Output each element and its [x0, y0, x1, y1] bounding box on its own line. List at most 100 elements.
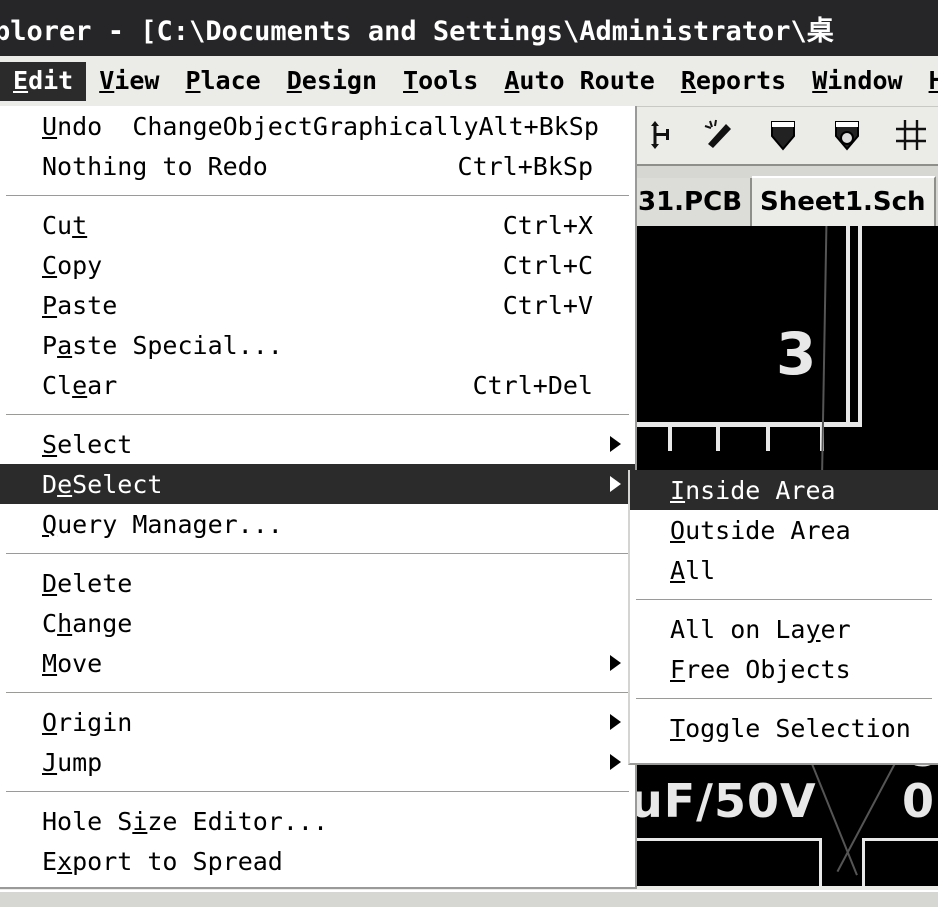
deselect-submenu-item-label: All on Layer — [670, 614, 851, 644]
edit-menu-item-label: Paste Special... — [42, 330, 283, 360]
menubar-item-edit[interactable]: Edit — [0, 61, 87, 101]
chevron-right-icon — [610, 714, 621, 730]
edit-menu-separator-2 — [6, 414, 629, 415]
shield-marked-icon[interactable] — [830, 118, 864, 152]
move-vertical-icon[interactable] — [638, 118, 672, 152]
menubar-item-tools[interactable]: Tools — [390, 62, 491, 101]
edit-menu-item-label: Delete — [42, 568, 133, 598]
edit-menu-item-shortcut: Ctrl+BkSp — [457, 151, 593, 181]
edit-menu-item-label: Undo ChangeObjectGraphically — [42, 111, 479, 141]
menubar-item-help[interactable]: Help — [916, 62, 938, 101]
edit-menu-separator-1 — [6, 195, 629, 196]
chevron-right-icon — [610, 436, 621, 452]
edit-menu-item-cut[interactable]: Cut Ctrl+X — [0, 205, 635, 245]
menubar-item-label: Edit — [13, 65, 74, 95]
edit-menu-separator-3 — [6, 553, 629, 554]
deselect-submenu-item-all-on-layer[interactable]: All on Layer — [630, 609, 938, 649]
edit-menu-item-label: Export to Spread — [42, 846, 283, 876]
edit-menu-item-shortcut: Ctrl+V — [502, 290, 593, 320]
edit-menu-item-label: Paste — [42, 290, 118, 320]
chevron-right-icon — [610, 754, 621, 770]
footprint-box-1c — [819, 838, 822, 886]
menubar-item-label: Design — [286, 65, 378, 95]
grid-icon[interactable] — [894, 118, 928, 152]
menubar-item-view[interactable]: View — [86, 62, 172, 101]
menubar-item-label: Help — [928, 65, 938, 95]
edit-menu-item-shortcut: Alt+BkSp — [478, 111, 599, 141]
tab-pcb-label: 31.PCB — [638, 187, 743, 217]
deselect-submenu-item-inside-area[interactable]: Inside Area — [630, 470, 938, 510]
edit-menu-item-redo[interactable]: Nothing to Redo Ctrl+BkSp — [0, 146, 635, 186]
window-title: plorer - [C:\Documents and Settings\Admi… — [0, 15, 834, 47]
deselect-submenu-item-free-objects[interactable]: Free Objects — [630, 649, 938, 689]
menubar-item-reports[interactable]: Reports — [668, 62, 799, 101]
edit-menu-item-select[interactable]: Select — [0, 424, 635, 464]
menubar-item-window[interactable]: Window — [799, 62, 915, 101]
footprint-box-2 — [862, 838, 938, 841]
edit-menu-item-jump[interactable]: Jump — [0, 742, 635, 782]
edit-menu-item-delete[interactable]: Delete — [0, 563, 635, 603]
pin-2 — [716, 427, 720, 451]
deselect-submenu-separator-1 — [636, 599, 932, 600]
edit-menu-item-clear[interactable]: Clear Ctrl+Del — [0, 365, 635, 405]
pin-1 — [668, 427, 672, 451]
menubar-item-place[interactable]: Place — [172, 62, 273, 101]
edit-dropdown-menu: Undo ChangeObjectGraphically Alt+BkSp Noth… — [0, 106, 637, 889]
chevron-right-icon — [610, 476, 621, 492]
menu-bar: Edit View Place Design Tools Auto Route Report… — [0, 56, 938, 107]
edit-menu-separator-4 — [6, 692, 629, 693]
menubar-item-label: View — [99, 65, 160, 95]
tab-sch[interactable]: Sheet1.Sch — [752, 176, 936, 226]
component-designator: 3 — [776, 320, 817, 388]
tab-pcb[interactable]: 31.PCB — [630, 178, 753, 226]
edit-menu-item-origin[interactable]: Origin — [0, 702, 635, 742]
edit-menu-item-label: Query Manager... — [42, 509, 283, 539]
edit-menu-item-change[interactable]: Change — [0, 603, 635, 643]
menubar-item-label: Window — [812, 65, 903, 95]
edit-menu-item-label: Jump — [42, 747, 103, 777]
edit-menu-item-query-manager[interactable]: Query Manager... — [0, 504, 635, 544]
component-value: uF/50V — [630, 774, 817, 828]
menubar-item-label: Place — [185, 65, 261, 95]
menubar-item-label: Auto Route — [504, 65, 655, 95]
tab-sch-label: Sheet1.Sch — [760, 187, 926, 217]
deselect-submenu-item-all[interactable]: All — [630, 550, 938, 590]
edit-menu-item-label: Origin — [42, 707, 133, 737]
edit-menu-item-shortcut: Ctrl+C — [502, 250, 593, 280]
shield-plain-icon[interactable] — [766, 118, 800, 152]
edit-menu-item-label: Hole Size Editor... — [42, 806, 328, 836]
edit-menu-item-label: Move — [42, 648, 103, 678]
edit-menu-item-label: Copy — [42, 250, 103, 280]
edit-menu-item-shortcut: Ctrl+X — [502, 210, 593, 240]
deselect-submenu-item-label: Free Objects — [670, 654, 851, 684]
edit-menu-item-copy[interactable]: Copy Ctrl+C — [0, 245, 635, 285]
edit-menu-item-undo[interactable]: Undo ChangeObjectGraphically Alt+BkSp — [0, 106, 635, 146]
edit-menu-item-paste-special[interactable]: Paste Special... — [0, 325, 635, 365]
edit-menu-item-hole-size-editor[interactable]: Hole Size Editor... — [0, 801, 635, 841]
deselect-submenu-item-label: Toggle Selection — [670, 713, 911, 743]
edit-menu-item-deselect[interactable]: DeSelect — [0, 464, 635, 504]
edit-menu-item-paste[interactable]: Paste Ctrl+V — [0, 285, 635, 325]
deselect-submenu-item-toggle-selection[interactable]: Toggle Selection — [630, 708, 938, 748]
deselect-submenu-item-outside-area[interactable]: Outside Area — [630, 510, 938, 550]
edit-menu-item-move[interactable]: Move — [0, 643, 635, 683]
deselect-submenu-item-label: All — [670, 555, 716, 585]
secondary-toolbar — [630, 106, 938, 166]
menubar-item-label: Tools — [403, 65, 479, 95]
status-bar — [0, 890, 938, 907]
partial-text-bottom-right: 0. — [902, 774, 938, 828]
edit-menu-item-label: Change — [42, 608, 133, 638]
magic-wand-icon[interactable] — [702, 118, 736, 152]
edit-menu-item-label: Select — [42, 429, 133, 459]
menubar-item-auto-route[interactable]: Auto Route — [491, 62, 668, 101]
edit-menu-item-label: Nothing to Redo — [42, 151, 268, 181]
component-outline-right — [846, 226, 850, 426]
menubar-item-design[interactable]: Design — [274, 62, 390, 101]
component-outline-right2 — [858, 226, 862, 426]
document-tab-strip: 31.PCB Sheet1.Sch — [630, 166, 938, 226]
component-outline-bottom — [630, 422, 862, 427]
footprint-box-2b — [862, 838, 865, 886]
edit-menu-item-export-to-spread[interactable]: Export to Spread — [0, 841, 635, 881]
chevron-right-icon — [610, 655, 621, 671]
menubar-item-label: Reports — [680, 65, 787, 95]
